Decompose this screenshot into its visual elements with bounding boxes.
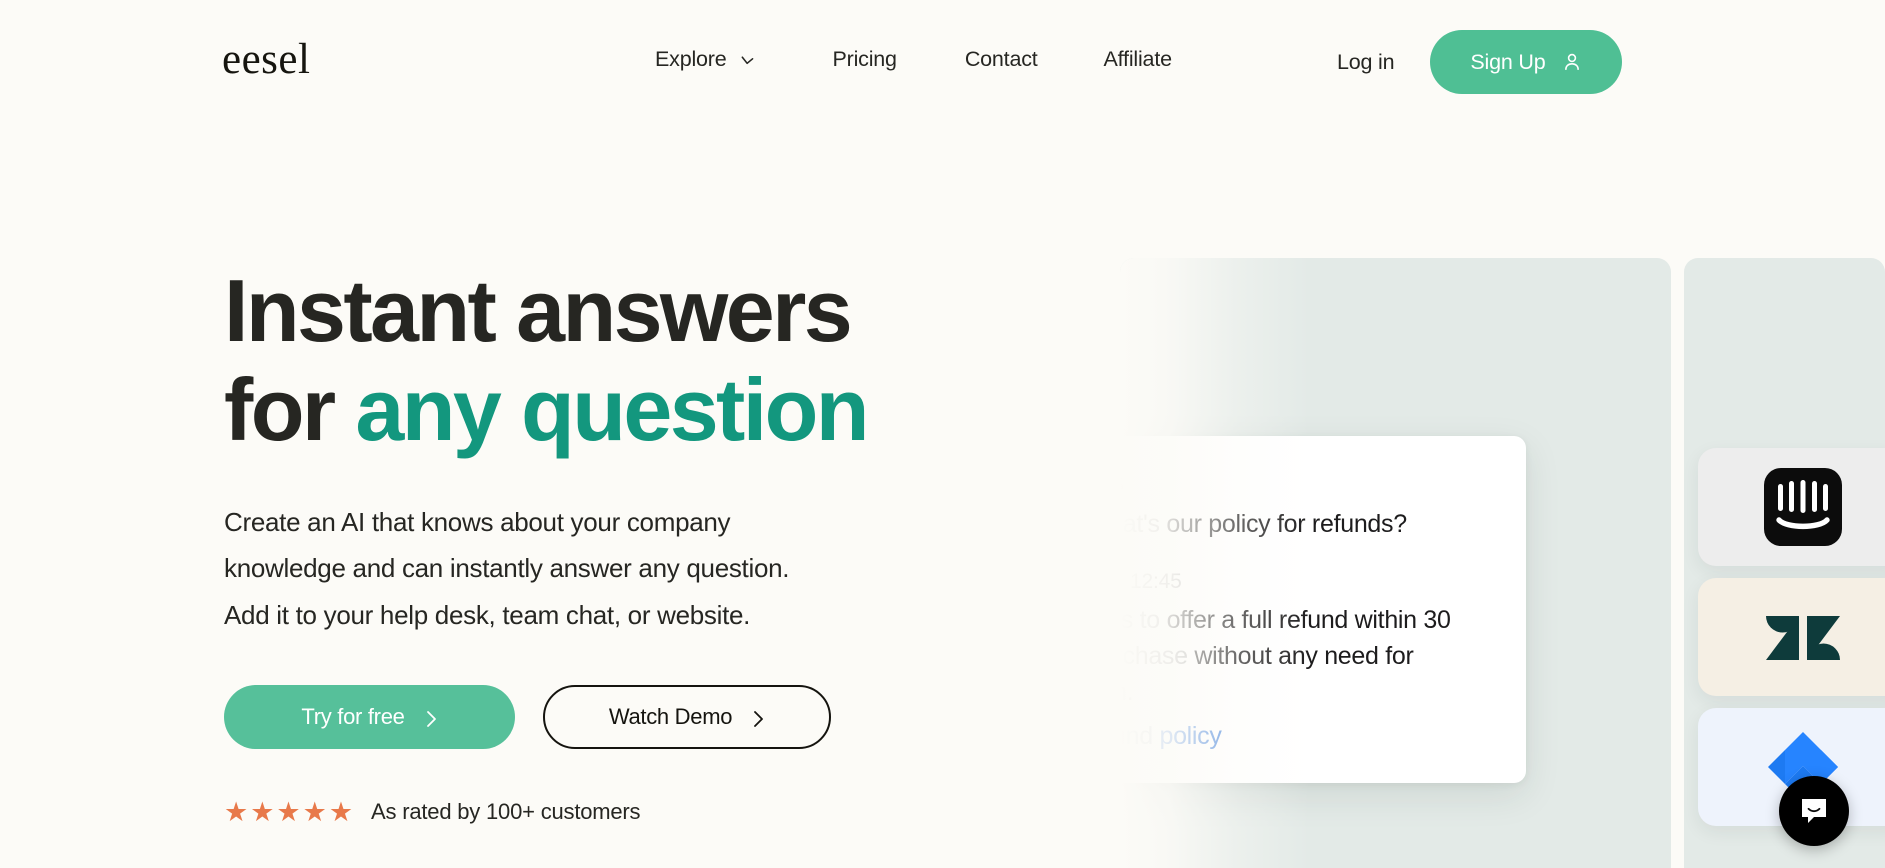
chat-message-body: l What's our policy for refunds? bbox=[1120, 506, 1492, 542]
hero-subcopy-line-3: Add it to your help desk, team chat, or … bbox=[224, 599, 751, 630]
login-link[interactable]: Log in bbox=[1331, 40, 1400, 85]
chat-message-time: 11:55 bbox=[1120, 474, 1124, 498]
nav-item-contact[interactable]: Contact bbox=[965, 47, 1038, 72]
chat-message-meta: APP 12:45 bbox=[1120, 570, 1492, 594]
chat-message-line-2: f purchase without any need for bbox=[1120, 638, 1492, 674]
headline-line-1: Instant answers bbox=[224, 261, 853, 360]
brand-logo[interactable]: eesel bbox=[222, 38, 310, 81]
chat-message-dim-text: What's bbox=[1120, 510, 1160, 538]
watch-demo-button-label: Watch Demo bbox=[608, 703, 733, 729]
chat-message-meta: 11:55 bbox=[1120, 474, 1492, 498]
watch-demo-button[interactable]: Watch Demo bbox=[543, 684, 831, 749]
try-for-free-button[interactable]: Try for free bbox=[224, 684, 515, 749]
chat-message-source-prefix: Refund bbox=[1120, 722, 1153, 750]
sign-up-button[interactable]: Sign Up bbox=[1430, 30, 1623, 94]
intercom-chat-launcher-button[interactable] bbox=[1779, 776, 1849, 846]
chat-message-user: 11:55 l What's our policy for refunds? bbox=[1120, 474, 1492, 542]
chat-message-source-link[interactable]: Refund policy bbox=[1120, 720, 1492, 753]
page-title: Instant answers for any question bbox=[224, 261, 984, 460]
hero-subcopy: Create an AI that knows about your compa… bbox=[224, 499, 964, 638]
try-for-free-button-label: Try for free bbox=[301, 703, 405, 729]
headline-line-2: for any question bbox=[224, 359, 984, 460]
chat-message-line-3-dim: ation. bbox=[1120, 678, 1134, 706]
headline-line-2-plain: for bbox=[224, 359, 356, 459]
chat-message-line-3: ation. bbox=[1120, 674, 1492, 710]
headline-line-2-accent: any question bbox=[355, 359, 869, 459]
chat-message-line-2-dim: f purchase bbox=[1120, 642, 1188, 670]
nav-actions: Log in Sign Up bbox=[1331, 30, 1623, 94]
intercom-chat-icon bbox=[1797, 794, 1831, 828]
nav-item-explore-label: Explore bbox=[655, 47, 727, 71]
chat-message-time: 12:45 bbox=[1130, 570, 1182, 593]
chat-preview-panel: 11:55 l What's our policy for refunds? A… bbox=[1120, 258, 1671, 868]
integration-card-zendesk[interactable] bbox=[1698, 578, 1885, 696]
hero-subcopy-line-2: knowledge and can instantly answer any q… bbox=[224, 553, 790, 584]
chat-message-body: licy is to offer a full refund within 30… bbox=[1120, 602, 1492, 710]
chat-message-source-label: policy bbox=[1159, 722, 1222, 750]
rating-row: ★★★★★ As rated by 100+ customers bbox=[224, 796, 984, 827]
nav-item-explore[interactable]: Explore bbox=[655, 47, 755, 72]
intercom-logo-icon bbox=[1764, 468, 1842, 546]
chevron-right-icon bbox=[425, 708, 438, 727]
chat-message-line-2-strong: without any need for bbox=[1194, 642, 1414, 670]
hero-subcopy-line-1: Create an AI that knows about your compa… bbox=[224, 507, 731, 538]
main-navigation: eesel Explore Pricing Contact Affiliate … bbox=[0, 0, 1885, 128]
star-rating-icon: ★★★★★ bbox=[224, 796, 356, 827]
person-icon bbox=[1562, 52, 1582, 72]
nav-links: Explore Pricing Contact Affiliate bbox=[655, 47, 1172, 72]
chat-card: 11:55 l What's our policy for refunds? A… bbox=[1120, 436, 1526, 783]
integrations-panel bbox=[1684, 258, 1885, 868]
chat-message-dim-text: is to bbox=[1120, 606, 1167, 634]
nav-item-pricing[interactable]: Pricing bbox=[833, 47, 898, 72]
integration-card-intercom[interactable] bbox=[1698, 448, 1885, 566]
chat-message-line-1: licy is to offer a full refund within 30 bbox=[1120, 602, 1492, 638]
nav-item-affiliate[interactable]: Affiliate bbox=[1104, 47, 1173, 72]
sign-up-button-label: Sign Up bbox=[1470, 49, 1546, 74]
rating-label: As rated by 100+ customers bbox=[371, 799, 641, 825]
chat-message-app: APP 12:45 licy is to offer a full refund… bbox=[1120, 570, 1492, 753]
zendesk-logo-icon bbox=[1764, 598, 1842, 676]
hero-cta-row: Try for free Watch Demo bbox=[224, 684, 984, 749]
chat-message-strong-text: our policy for refunds? bbox=[1166, 510, 1407, 538]
hero-section: Instant answers for any question Create … bbox=[224, 261, 984, 827]
chat-message-strong-text: offer a full refund within 30 bbox=[1166, 606, 1451, 634]
chevron-right-icon bbox=[752, 708, 765, 727]
chevron-down-icon bbox=[740, 53, 755, 68]
